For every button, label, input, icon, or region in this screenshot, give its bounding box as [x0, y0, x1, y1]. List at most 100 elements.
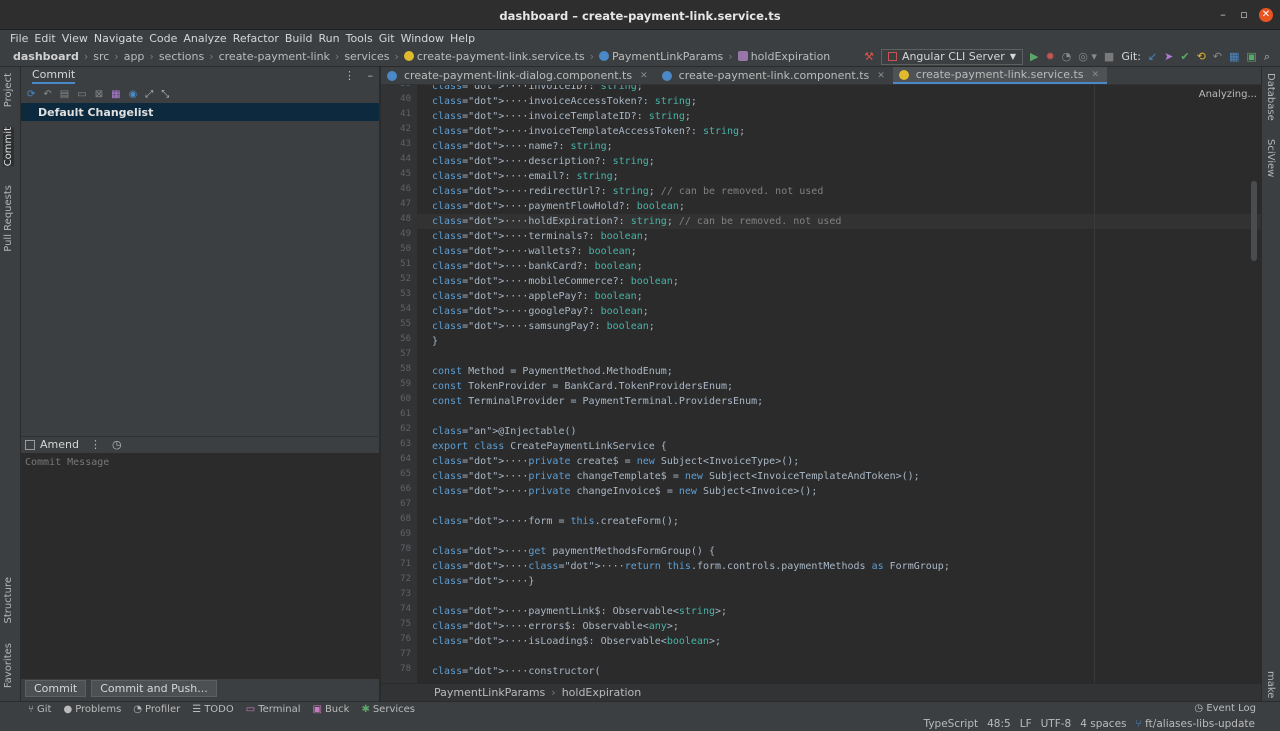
code-line[interactable]: class="dot">····isLoading$: Observable<b…	[432, 634, 721, 649]
close-tab-icon[interactable]: ✕	[877, 71, 885, 81]
vertical-scrollbar[interactable]	[1251, 181, 1257, 261]
menu-edit[interactable]: Edit	[34, 32, 55, 45]
group-by-icon[interactable]: ▦	[111, 89, 120, 100]
code-line[interactable]: class="dot">····paymentLink$: Observable…	[432, 604, 727, 619]
line-ending-indicator[interactable]: LF	[1020, 718, 1032, 730]
tool-window-services[interactable]: ✱ Services	[361, 704, 415, 715]
maximize-icon[interactable]: ▫	[1237, 8, 1251, 22]
code-line[interactable]: class="dot">····holdExpiration?: string;…	[432, 214, 841, 229]
encoding-indicator[interactable]: UTF-8	[1041, 718, 1072, 730]
code-line[interactable]: class="dot">····class="dot">····return t…	[432, 559, 950, 574]
tool-window-buck[interactable]: ▣ Buck	[312, 704, 349, 715]
menu-run[interactable]: Run	[319, 32, 340, 45]
git-branch-widget[interactable]: ⑂ ft/aliases-libs-update	[1136, 718, 1255, 730]
file-type-indicator[interactable]: TypeScript	[924, 718, 979, 730]
view-options-icon[interactable]: ◉	[129, 89, 138, 100]
breadcrumb-interface[interactable]: PaymentLinkParams	[434, 686, 545, 699]
rollback-icon[interactable]: ↶	[1213, 50, 1222, 63]
clock-icon[interactable]: ◷	[112, 438, 122, 451]
code-line[interactable]: class="dot">····invoiceTemplateID?: stri…	[432, 109, 691, 124]
menu-analyze[interactable]: Analyze	[183, 32, 226, 45]
code-line[interactable]: const Method = PaymentMethod.MethodEnum;	[432, 364, 673, 379]
rollback-icon[interactable]: ↶	[43, 89, 51, 100]
code-line[interactable]: class="dot">····private changeInvoice$ =…	[432, 484, 817, 499]
menu-tools[interactable]: Tools	[346, 32, 373, 45]
code-line[interactable]: class="dot">····errors$: Observable<any>…	[432, 619, 679, 634]
code-line[interactable]: class="dot">····private create$ = new Su…	[432, 454, 799, 469]
code-line[interactable]: class="dot">····redirectUrl?: string; //…	[432, 184, 823, 199]
breadcrumb-property[interactable]: holdExpiration	[562, 686, 642, 699]
nav-crumb[interactable]: create-payment-link	[219, 50, 330, 63]
git-commit-icon[interactable]: ✔	[1180, 50, 1189, 63]
code-line[interactable]: class="dot">····terminals?: boolean;	[432, 229, 649, 244]
favorites-tool-tab[interactable]: Favorites	[3, 643, 14, 688]
database-tool-tab[interactable]: Database	[1265, 73, 1276, 121]
indent-indicator[interactable]: 4 spaces	[1080, 718, 1126, 730]
presentation-icon[interactable]: ▣	[1246, 50, 1256, 63]
event-log-button[interactable]: ◷ Event Log	[1194, 703, 1256, 714]
nav-crumb[interactable]: holdExpiration	[737, 50, 830, 63]
code-line[interactable]: const TerminalProvider = PaymentTerminal…	[432, 394, 763, 409]
unshelve-icon[interactable]: ⊠	[95, 89, 103, 100]
git-push-icon[interactable]: ➤	[1164, 50, 1173, 63]
stop-icon[interactable]: ■	[1104, 50, 1114, 63]
editor-tab[interactable]: create-payment-link.component.ts ✕	[656, 67, 893, 84]
pull-requests-tool-tab[interactable]: Pull Requests	[3, 185, 14, 252]
code-line[interactable]: class="dot">····constructor(	[432, 664, 601, 679]
commit-button[interactable]: Commit	[25, 680, 87, 697]
options-icon[interactable]: ⋮	[344, 69, 355, 82]
hide-panel-icon[interactable]: –	[368, 69, 374, 82]
code-line[interactable]: class="dot">····applePay?: boolean;	[432, 289, 643, 304]
commit-tool-tab[interactable]: Commit	[3, 127, 14, 167]
commit-and-push-button[interactable]: Commit and Push...	[91, 680, 217, 697]
nav-crumb[interactable]: sections	[159, 50, 204, 63]
shelve-icon[interactable]: ▭	[77, 89, 86, 100]
nav-crumb[interactable]: PaymentLinkParams	[599, 50, 723, 63]
menu-help[interactable]: Help	[450, 32, 475, 45]
run-configuration-select[interactable]: Angular CLI Server ▼	[880, 48, 1023, 65]
project-structure-icon[interactable]: ▦	[1229, 50, 1239, 63]
tool-window-terminal[interactable]: ▭ Terminal	[246, 704, 301, 715]
expand-all-icon[interactable]: ⤢	[145, 89, 153, 100]
menu-window[interactable]: Window	[401, 32, 444, 45]
code-editor[interactable]: 39 40 41 42 43 44 45 46 47 48 49 50 51 52 53 54 55 56 57 58…	[381, 85, 1261, 683]
code-line[interactable]: class="dot">····form = this.createForm()…	[432, 514, 679, 529]
tool-window-problems[interactable]: ● Problems	[63, 704, 121, 715]
tool-window-git[interactable]: ⑂ Git	[28, 704, 51, 715]
code-line[interactable]: export class CreatePaymentLinkService {	[432, 439, 667, 454]
nav-crumb[interactable]: app	[124, 50, 145, 63]
code-line[interactable]: class="dot">····name?: string;	[432, 139, 613, 154]
code-line[interactable]: class="dot">····invoiceTemplateAccessTok…	[432, 124, 745, 139]
code-line[interactable]: class="dot">····email?: string;	[432, 169, 619, 184]
sciview-tool-tab[interactable]: SciView	[1265, 139, 1276, 177]
code-line[interactable]: class="dot">····bankCard?: boolean;	[432, 259, 643, 274]
more-run-icon[interactable]: ◎ ▾	[1078, 50, 1097, 63]
code-line[interactable]: class="dot">····description?: string;	[432, 154, 655, 169]
code-line[interactable]: class="dot">····invoiceID?: string;	[432, 85, 643, 94]
history-icon[interactable]: ⟲	[1197, 50, 1206, 63]
menu-view[interactable]: View	[62, 32, 88, 45]
project-tool-tab[interactable]: Project	[3, 73, 14, 107]
code-line[interactable]: }	[432, 334, 438, 349]
search-everywhere-icon[interactable]: ⌕	[1264, 50, 1270, 63]
run-icon[interactable]: ▶	[1030, 50, 1038, 63]
tool-window-profiler[interactable]: ◔ Profiler	[133, 704, 180, 715]
tool-window-todo[interactable]: ☰ TODO	[192, 704, 234, 715]
code-line[interactable]: class="dot">····paymentFlowHold?: boolea…	[432, 199, 685, 214]
commit-panel-tab[interactable]: Commit	[32, 68, 76, 84]
code-line[interactable]: class="dot">····get paymentMethodsFormGr…	[432, 544, 715, 559]
debug-icon[interactable]: ✹	[1045, 50, 1054, 63]
editor-tab[interactable]: create-payment-link-dialog.component.ts ✕	[381, 67, 656, 84]
menu-code[interactable]: Code	[149, 32, 177, 45]
code-line[interactable]: class="an">@Injectable()	[432, 424, 577, 439]
code-line[interactable]: class="dot">····mobileCommerce?: boolean…	[432, 274, 679, 289]
build-hammer-icon[interactable]: ⚒	[864, 50, 874, 63]
amend-checkbox[interactable]	[25, 439, 35, 450]
code-line[interactable]: class="dot">····private changeTemplate$ …	[432, 469, 920, 484]
code-content[interactable]: class="dot">····invoiceID?: string; class…	[432, 85, 1261, 683]
refresh-icon[interactable]: ⟳	[27, 89, 35, 100]
editor-tab[interactable]: create-payment-link.service.ts ✕	[892, 67, 1108, 84]
close-tab-icon[interactable]: ✕	[1092, 70, 1100, 80]
menu-git[interactable]: Git	[379, 32, 395, 45]
menu-build[interactable]: Build	[285, 32, 313, 45]
